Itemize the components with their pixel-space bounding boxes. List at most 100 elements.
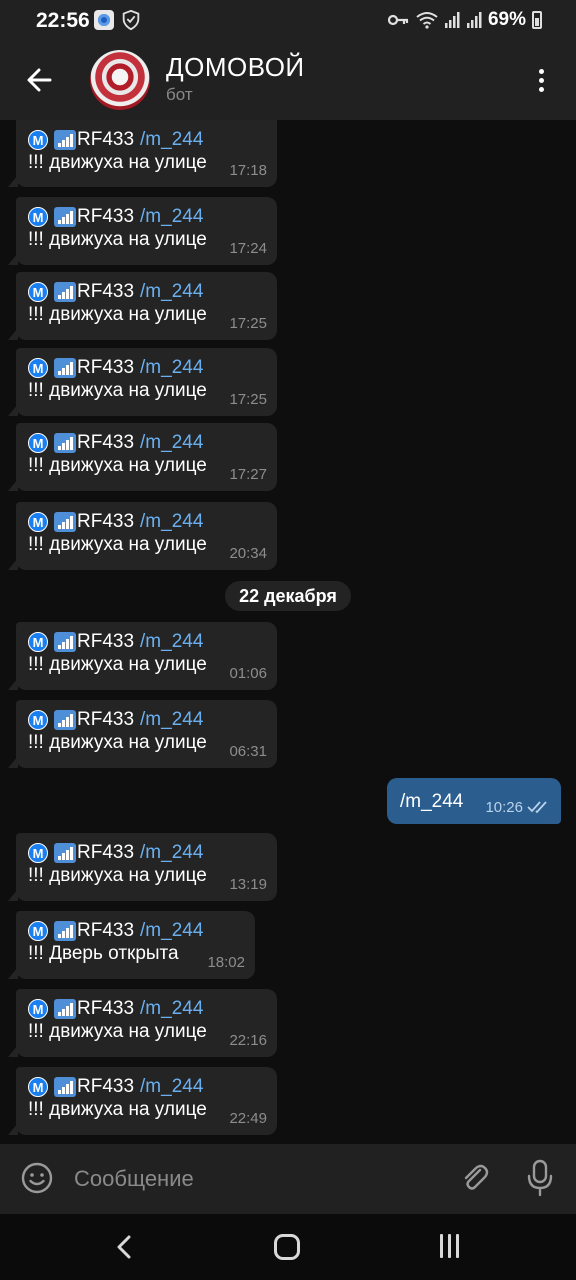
battery-percent: 69%	[487, 9, 526, 30]
outgoing-message-bubble[interactable]: /m_244 10:26	[387, 778, 561, 824]
message-source: RF433	[77, 631, 135, 652]
date-separator: 22 декабря	[225, 581, 351, 611]
emoji-icon[interactable]	[20, 1161, 54, 1195]
metro-badge-icon: M	[28, 710, 48, 730]
message-time: 01:06	[229, 665, 267, 682]
command-link[interactable]: /m_244	[140, 842, 203, 864]
signal-bars-icon	[54, 632, 76, 652]
message-source: RF433	[77, 709, 135, 730]
command-link[interactable]: /m_244	[140, 1076, 203, 1098]
message-bubble[interactable]: M RF433 /m_244 !!! движуха на улице 17:1…	[8, 120, 277, 187]
metro-badge-icon: M	[28, 207, 48, 227]
message-source: RF433	[77, 511, 135, 532]
metro-badge-icon: M	[28, 130, 48, 150]
command-link[interactable]: /m_244	[140, 709, 203, 731]
key-icon	[387, 14, 409, 26]
message-time: 13:19	[229, 876, 267, 893]
paperclip-icon[interactable]	[458, 1161, 492, 1195]
signal-bars-icon	[54, 358, 76, 378]
app-notification-icon	[94, 10, 114, 30]
message-source: RF433	[77, 998, 135, 1019]
command-link[interactable]: /m_244	[140, 281, 203, 303]
message-time: 22:49	[229, 1110, 267, 1127]
signal-bars-icon	[54, 843, 76, 863]
message-list[interactable]: M RF433 /m_244 !!! движуха на улице 17:1…	[0, 120, 576, 1144]
message-source: RF433	[77, 129, 135, 150]
double-check-icon	[527, 801, 547, 814]
message-time: 20:34	[229, 545, 267, 562]
status-right-group: 69%	[387, 9, 542, 31]
metro-badge-icon: M	[28, 1077, 48, 1097]
outgoing-message-text: /m_244	[400, 791, 464, 812]
message-time: 17:18	[229, 162, 267, 179]
message-composer	[0, 1144, 576, 1214]
message-bubble[interactable]: M RF433 /m_244 !!! движуха на улице 01:0…	[8, 622, 277, 690]
shield-icon	[122, 9, 140, 31]
status-bar: 22:56 69%	[0, 0, 576, 42]
status-time: 22:56	[36, 9, 90, 32]
message-time: 10:26	[485, 799, 523, 816]
command-link[interactable]: /m_244	[140, 998, 203, 1020]
nav-back-icon[interactable]	[112, 1234, 138, 1260]
message-time: 17:24	[229, 240, 267, 257]
message-bubble[interactable]: M RF433 /m_244 !!! движуха на улице 17:2…	[8, 272, 277, 340]
wifi-icon	[416, 12, 438, 29]
message-bubble[interactable]: M RF433 /m_244 !!! движуха на улице 06:3…	[8, 700, 277, 768]
message-source: RF433	[77, 842, 135, 863]
nav-recents-icon[interactable]	[436, 1234, 462, 1260]
signal-bars-icon	[54, 282, 76, 302]
chat-subtitle: бот	[166, 85, 193, 104]
signal-bars-icon	[54, 999, 76, 1019]
metro-badge-icon: M	[28, 282, 48, 302]
metro-badge-icon: M	[28, 358, 48, 378]
message-bubble[interactable]: M RF433 /m_244 !!! движуха на улице 13:1…	[8, 833, 277, 901]
metro-badge-icon: M	[28, 433, 48, 453]
message-bubble[interactable]: M RF433 /m_244 !!! движуха на улице 20:3…	[8, 502, 277, 570]
nav-home-icon[interactable]	[274, 1234, 300, 1260]
command-link[interactable]: /m_244	[140, 129, 203, 151]
command-link[interactable]: /m_244	[140, 511, 203, 533]
message-time: 17:25	[229, 391, 267, 408]
signal-bars-icon	[54, 512, 76, 532]
message-source: RF433	[77, 920, 135, 941]
message-source: RF433	[77, 357, 135, 378]
message-time: 17:27	[229, 466, 267, 483]
signal-bars-icon	[54, 130, 76, 150]
microphone-icon[interactable]	[524, 1158, 556, 1198]
message-input[interactable]	[74, 1162, 434, 1196]
chat-header: ДОМОВОЙ бот	[0, 42, 576, 120]
message-bubble[interactable]: M RF433 /m_244 !!! движуха на улице 17:2…	[8, 197, 277, 265]
message-source: RF433	[77, 432, 135, 453]
signal-bars-icon	[54, 207, 76, 227]
metro-badge-icon: M	[28, 921, 48, 941]
message-time: 17:25	[229, 315, 267, 332]
signal-bars-icon	[54, 433, 76, 453]
message-time: 18:02	[207, 954, 245, 971]
message-time: 22:16	[229, 1032, 267, 1049]
message-bubble[interactable]: M RF433 /m_244 !!! движуха на улице 17:2…	[8, 423, 277, 491]
command-link[interactable]: /m_244	[140, 920, 203, 942]
avatar[interactable]	[90, 50, 150, 110]
command-link[interactable]: /m_244	[140, 432, 203, 454]
arrow-left-icon[interactable]	[20, 60, 60, 100]
message-bubble[interactable]: M RF433 /m_244 !!! движуха на улице 22:1…	[8, 989, 277, 1057]
command-link[interactable]: /m_244	[140, 206, 203, 228]
chat-title[interactable]: ДОМОВОЙ	[166, 52, 305, 83]
battery-icon	[532, 11, 542, 29]
system-nav-bar	[0, 1214, 576, 1280]
signal-bars-icon	[54, 710, 76, 730]
command-link[interactable]: /m_244	[140, 357, 203, 379]
message-bubble[interactable]: M RF433 /m_244 !!! Дверь открыта 18:02	[8, 911, 255, 979]
message-bubble[interactable]: M RF433 /m_244 !!! движуха на улице 17:2…	[8, 348, 277, 416]
message-source: RF433	[77, 281, 135, 302]
signal-icon	[466, 12, 482, 28]
signal-bars-icon	[54, 921, 76, 941]
more-vert-icon[interactable]	[526, 66, 556, 96]
message-time: 06:31	[229, 743, 267, 760]
metro-badge-icon: M	[28, 999, 48, 1019]
signal-bars-icon	[54, 1077, 76, 1097]
metro-badge-icon: M	[28, 632, 48, 652]
metro-badge-icon: M	[28, 512, 48, 532]
message-bubble[interactable]: M RF433 /m_244 !!! движуха на улице 22:4…	[8, 1067, 277, 1135]
command-link[interactable]: /m_244	[140, 631, 203, 653]
